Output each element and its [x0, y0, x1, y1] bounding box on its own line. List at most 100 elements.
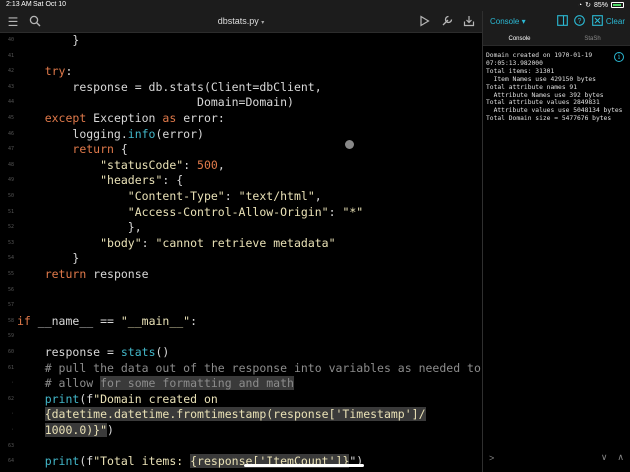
code-token: "headers" — [100, 173, 163, 188]
code-line[interactable]: 43 response = db.stats(Client=dbClient, — [0, 80, 482, 96]
line-number: 45 — [7, 115, 14, 121]
code-line[interactable]: 40 } — [0, 33, 482, 49]
line-number: · — [10, 427, 14, 433]
status-indicators: ◔ ↻ 85% — [578, 1, 624, 9]
code-line[interactable]: 49 "headers": { — [0, 173, 482, 189]
close-console-icon[interactable] — [591, 15, 604, 28]
line-number: · — [10, 411, 14, 418]
code-line[interactable]: 64 print(f"Total items: {response['ItemC… — [0, 454, 482, 470]
split-view-icon[interactable] — [556, 15, 569, 28]
chevron-up-icon[interactable]: ∧ — [617, 452, 624, 463]
code-line[interactable]: · {datetime.datetime.fromtimestamp(respo… — [0, 407, 482, 423]
code-token: "body" — [100, 235, 142, 250]
line-number: 58 — [7, 317, 14, 324]
info-icon[interactable]: i — [614, 52, 624, 62]
status-date: Sat Oct 10 — [33, 1, 67, 8]
code-token: info — [127, 126, 156, 141]
code-line[interactable]: 54 } — [0, 251, 482, 267]
code-line[interactable]: 42 try: — [0, 64, 482, 80]
code-text: {datetime.datetime.fromtimestamp(respons… — [17, 407, 426, 423]
code-token: : { — [162, 173, 184, 188]
home-indicator[interactable] — [244, 464, 364, 467]
code-line[interactable]: 52 }, — [0, 220, 482, 236]
chevron-down-icon[interactable]: ∨ — [601, 452, 608, 463]
line-number: 46 — [7, 130, 14, 137]
code-text: }, — [17, 220, 142, 236]
code-line[interactable]: 61 # pull the data out of the response i… — [0, 361, 482, 377]
line-number: 42 — [7, 68, 14, 75]
code-line[interactable]: 48 "statusCode": 500, — [0, 158, 482, 174]
code-line[interactable]: 46 logging.info(error) — [0, 127, 482, 143]
battery-icon — [611, 2, 624, 8]
code-token: : — [183, 157, 198, 172]
code-line[interactable]: 53 "body": "cannot retrieve metadata" — [0, 236, 482, 252]
line-number: 40 — [7, 37, 14, 43]
code-token: for some formatting and math — [100, 376, 294, 391]
code-token: "*" — [342, 204, 364, 219]
help-icon[interactable]: ? — [573, 15, 586, 28]
tab-stash[interactable]: StaSh — [556, 36, 629, 42]
code-token: "text/html" — [238, 189, 315, 203]
wrench-icon[interactable] — [440, 15, 454, 29]
console-menu[interactable]: Console ▾ — [490, 17, 526, 26]
share-icon[interactable] — [462, 15, 476, 29]
line-number: 63 — [7, 442, 14, 449]
code-line[interactable]: 47 return { — [0, 142, 482, 158]
code-token: "statusCode" — [100, 157, 184, 172]
code-text: } — [17, 33, 79, 49]
code-line[interactable]: 44 Domain=Domain) — [0, 95, 482, 111]
code-token: __name__ == — [30, 313, 121, 328]
console-prompt[interactable]: > — [489, 453, 494, 463]
code-line[interactable]: · # allow for some formatting and math — [0, 376, 482, 392]
line-number: 57 — [7, 302, 14, 309]
code-token: except — [44, 111, 87, 125]
editor-toolbar: ☰ dbstats.py ▾ — [0, 11, 482, 33]
code-line[interactable]: 59 — [0, 329, 482, 345]
code-token: "Access-Control-Allow-Origin" — [127, 204, 329, 219]
line-number: 61 — [7, 364, 14, 371]
code-text: if __name__ == "__main__": — [17, 314, 197, 330]
code-token: : — [328, 204, 343, 219]
code-line[interactable]: 51 "Access-Control-Allow-Origin": "*" — [0, 205, 482, 221]
line-number: · — [10, 380, 14, 387]
code-line[interactable]: 45 except Exception as error: — [0, 111, 482, 127]
tab-console[interactable]: Console — [483, 36, 556, 42]
console-pane: Domain created on 1970-01-19 07:05:13.98… — [483, 46, 630, 472]
code-text: } — [17, 251, 79, 267]
code-line[interactable]: 41 — [0, 49, 482, 65]
line-number: 49 — [7, 177, 14, 184]
code-line[interactable]: 56 — [0, 283, 482, 299]
code-token: : — [224, 189, 239, 203]
line-number: 59 — [7, 333, 14, 340]
code-token: () — [155, 345, 170, 359]
code-line[interactable]: 60 response = stats() — [0, 345, 482, 361]
line-number: 55 — [7, 271, 14, 277]
code-text: response = db.stats(Client=dbClient, — [17, 80, 321, 96]
play-icon[interactable] — [417, 15, 431, 29]
clear-button[interactable]: Clear — [606, 17, 625, 26]
console-history-controls: ∨ ∧ — [601, 452, 624, 463]
status-bar: 2:13 AM Sat Oct 10 ◔ ↻ 85% — [0, 0, 630, 11]
code-token: } — [72, 33, 80, 47]
code-line[interactable]: · 1000.0)}") — [0, 423, 482, 439]
code-line[interactable]: 50 "Content-Type": "text/html", — [0, 189, 482, 205]
code-line[interactable]: 63 — [0, 439, 482, 455]
file-title[interactable]: dbstats.py ▾ — [0, 16, 482, 26]
code-token: {datetime.datetime.fromtimestamp(respons… — [44, 407, 426, 422]
code-line[interactable]: 57 — [0, 298, 482, 314]
code-line[interactable]: 58 if __name__ == "__main__": — [0, 314, 482, 330]
code-editor[interactable]: 40 } 41 42 try: 43 response = db.stats(Clie… — [0, 33, 482, 472]
code-line[interactable]: 55 return response — [0, 267, 482, 283]
code-token: stats — [120, 345, 156, 359]
line-number: 52 — [7, 224, 14, 231]
code-line[interactable]: 62 print(f"Domain created on — [0, 392, 482, 408]
